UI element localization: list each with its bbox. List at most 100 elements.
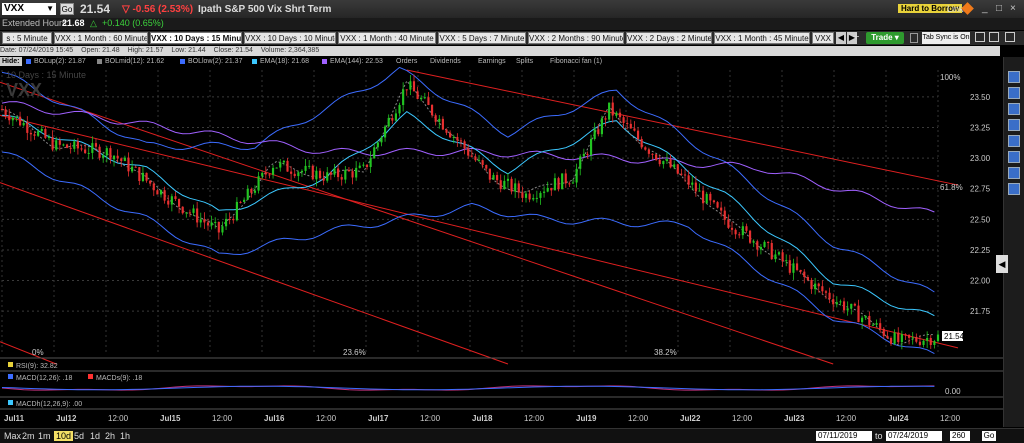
period-1h[interactable]: 1h — [120, 431, 130, 441]
candle-body — [322, 178, 325, 181]
candle-body — [893, 332, 896, 344]
candle-body — [745, 226, 748, 231]
candle-body — [586, 153, 589, 156]
candle-body — [691, 182, 694, 185]
bolmid-label: BOLmid(12): 21.62 — [105, 58, 165, 65]
candle-body — [640, 139, 643, 148]
candle-body — [94, 143, 98, 147]
tab-chart-3[interactable]: VXX : 10 Days : 15 Minute — [150, 32, 242, 44]
period-1m[interactable]: 1m — [38, 431, 51, 441]
price-chart[interactable]: 0% 23.6% 38.2% 61.8% 100% 10 Days : 15 Minut… — [0, 66, 1003, 428]
extended-hours-label: Extended Hours: — [2, 18, 70, 28]
candle-body — [832, 299, 835, 305]
maximize-icon[interactable]: □ — [996, 3, 1002, 14]
bottom-go-button[interactable]: Go — [982, 431, 996, 441]
tab-chart-9[interactable]: VXX : 1 Month : 45 Minute — [714, 32, 810, 44]
x-tick-label: Jul15 — [160, 414, 181, 423]
y-tick-label: 23.00 — [970, 154, 991, 163]
candle-body — [741, 226, 744, 236]
save-icon[interactable] — [1008, 167, 1020, 179]
drawing-tools-icon[interactable] — [1008, 103, 1020, 115]
x-tick-label: Jul17 — [368, 414, 389, 423]
candle-body — [676, 164, 679, 174]
period-1d[interactable]: 1d — [90, 431, 100, 441]
go-button[interactable]: Go — [60, 3, 74, 15]
candle-body — [680, 173, 683, 175]
candle-body — [217, 221, 220, 233]
link-window-icon[interactable] — [975, 32, 985, 42]
tab-chart-7[interactable]: VXX : 2 Months : 90 Minute — [528, 32, 624, 44]
zoom-icon[interactable] — [1008, 119, 1020, 131]
period-10d[interactable]: 10d — [54, 431, 74, 441]
trade-button[interactable]: Trade ▾ — [866, 32, 904, 44]
candle-body — [875, 323, 878, 325]
period-max[interactable]: Max — [4, 431, 21, 441]
candle-body — [810, 280, 813, 290]
watermark-symbol: VXX — [6, 80, 42, 100]
candle-body — [824, 291, 828, 293]
candle-body — [738, 234, 741, 236]
tab-chart-5[interactable]: VXX : 1 Month : 40 Minute — [338, 32, 436, 44]
candle-body — [889, 337, 893, 344]
tab-chart-1[interactable]: s : 5 Minute — [2, 32, 52, 44]
candle-body — [658, 159, 661, 165]
chart-type-icon[interactable] — [1008, 71, 1020, 83]
candle-body — [163, 190, 166, 201]
info-close: Close: 21.54 — [213, 47, 253, 54]
popout-icon[interactable] — [989, 32, 999, 42]
tab-scroll-left-icon[interactable]: ◀ — [836, 32, 846, 44]
ema18-swatch — [252, 58, 257, 64]
tab-sync-button[interactable]: Tab Sync is On — [922, 32, 970, 44]
candle-body — [221, 226, 224, 233]
candle-body — [900, 334, 903, 343]
tab-chart-2[interactable]: VXX : 1 Month : 60 Minute — [54, 32, 148, 44]
minimize-icon[interactable]: _ — [982, 3, 988, 14]
candle-body — [232, 218, 235, 221]
x-tick-label: Jul19 — [576, 414, 597, 423]
expand-panel-icon[interactable]: ◀ — [996, 255, 1008, 273]
period-5d[interactable]: 5d — [74, 431, 84, 441]
tab-chart-6[interactable]: VXX : 5 Days : 7 Minute — [438, 32, 526, 44]
candle-body — [297, 172, 300, 177]
chevron-down-icon[interactable]: ▼ — [46, 3, 54, 15]
candle-body — [665, 159, 669, 162]
add-tab-icon[interactable]: + — [853, 31, 859, 43]
candle-body — [235, 201, 238, 221]
layout-icon[interactable] — [1005, 32, 1015, 42]
close-icon[interactable]: × — [1010, 3, 1016, 14]
candle-body — [58, 140, 61, 145]
bars-input[interactable]: 260 — [950, 431, 970, 441]
symbol-input[interactable]: VXX ▼ — [2, 3, 56, 15]
candle-body — [308, 165, 311, 167]
x-tick-label: 12:00 — [316, 414, 337, 423]
candle-body — [362, 164, 365, 166]
down-arrow-icon: ▽ — [122, 4, 133, 15]
candle-body — [651, 153, 654, 155]
candle-body — [589, 139, 593, 156]
compare-icon[interactable] — [1008, 135, 1020, 147]
print-icon[interactable] — [1008, 151, 1020, 163]
macds-label: MACDs(9): .18 — [96, 375, 142, 382]
chart-background — [0, 66, 1003, 428]
settings-icon[interactable] — [910, 33, 918, 43]
candle-body — [795, 263, 799, 270]
period-2h[interactable]: 2h — [105, 431, 115, 441]
candle-body — [423, 97, 426, 99]
period-2m[interactable]: 2m — [22, 431, 35, 441]
candle-body — [528, 193, 531, 200]
date-to-input[interactable]: 07/24/2019 — [886, 431, 942, 441]
x-tick-label: 12:00 — [836, 414, 857, 423]
x-tick-label: 12:00 — [940, 414, 961, 423]
candle-body — [597, 129, 600, 135]
candle-body — [416, 91, 419, 99]
tab-chart-4[interactable]: VXX : 10 Days : 10 Minute — [244, 32, 336, 44]
tab-chart-10[interactable]: VXX — [812, 32, 834, 44]
tab-chart-8[interactable]: VXX : 2 Days : 2 Minute — [626, 32, 712, 44]
template-icon[interactable] — [1008, 183, 1020, 195]
candle-body — [210, 222, 213, 226]
indicators-icon[interactable] — [1008, 87, 1020, 99]
date-from-input[interactable]: 07/11/2019 — [816, 431, 872, 441]
candle-body — [655, 154, 658, 160]
candle-body — [604, 118, 607, 120]
candle-body — [441, 118, 444, 130]
